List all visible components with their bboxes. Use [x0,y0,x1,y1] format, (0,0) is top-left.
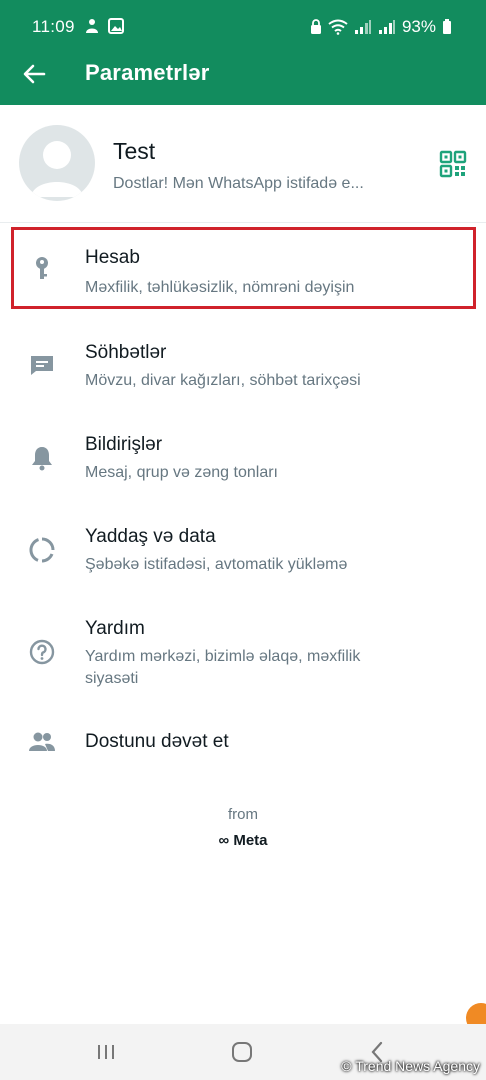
from-label: from [228,806,258,823]
back-arrow-icon[interactable] [20,60,48,88]
settings-item-label: Bildirişlər [85,434,163,455]
top-bar: 11:09 93% Parametrlər [0,0,486,105]
help-icon [29,639,55,665]
profile-row[interactable]: Test Dostlar! Mən WhatsApp istifadə e... [0,105,486,223]
profile-status: Dostlar! Mən WhatsApp istifadə e... [113,175,364,192]
settings-item-invite[interactable]: Dostunu dəvət et [0,712,486,772]
battery-percent: 93% [401,17,436,36]
lock-status-icon [310,19,321,34]
settings-item-label: Yaddaş və data [85,526,216,547]
settings-item-sub: Mövzu, divar kağızları, söhbət tarixçəsi [85,372,361,389]
watermark: © Trend News Agency [341,1058,480,1074]
data-usage-icon [29,537,55,563]
gallery-icon [108,18,124,34]
profile-name: Test [113,138,156,164]
settings-item-label: Söhbətlər [85,342,167,363]
system-nav-bar: © Trend News Agency [0,1024,486,1080]
highlight-box [11,227,476,309]
status-time: 11:09 [32,17,75,36]
signal-icon [354,20,371,34]
people-icon [29,732,55,751]
settings-item-chats[interactable]: Söhbətlər Mövzu, divar kağızları, söhbət… [0,322,486,404]
settings-item-sub: Yardım mərkəzi, bizimlə əlaqə, məxfilik … [85,648,361,687]
avatar[interactable] [19,125,95,201]
bell-icon [32,447,52,471]
notification-icon [86,19,98,33]
qr-code-icon[interactable] [439,150,467,178]
home-icon[interactable] [228,1038,256,1066]
settings-item-help[interactable]: Yardım Yardım mərkəzi, bizimlə əlaqə, mə… [0,598,486,698]
settings-item-sub: Şəbəkə istifadəsi, avtomatik yükləmə [85,556,348,573]
default-avatar-icon [31,141,83,197]
meta-logo: ∞ Meta [218,832,268,849]
settings-item-label: Dostunu dəvət et [85,731,229,752]
app-bar: Parametrlər [0,52,486,105]
recent-apps-icon[interactable] [92,1038,120,1066]
settings-item-label: Yardım [85,618,145,639]
chat-icon [31,356,53,375]
status-right-icons: 93% [310,17,452,37]
status-left-icons [84,17,124,35]
status-bar: 11:09 93% [0,0,486,52]
settings-item-sub: Mesaj, qrup və zəng tonları [85,464,278,481]
page-title: Parametrlər [85,60,210,85]
settings-item-notifications[interactable]: Bildirişlər Mesaj, qrup və zəng tonları [0,414,486,496]
settings-item-storage[interactable]: Yaddaş və data Şəbəkə istifadəsi, avtoma… [0,506,486,588]
signal-2-icon [378,20,395,34]
wifi-icon [328,19,348,35]
battery-icon [443,19,451,34]
